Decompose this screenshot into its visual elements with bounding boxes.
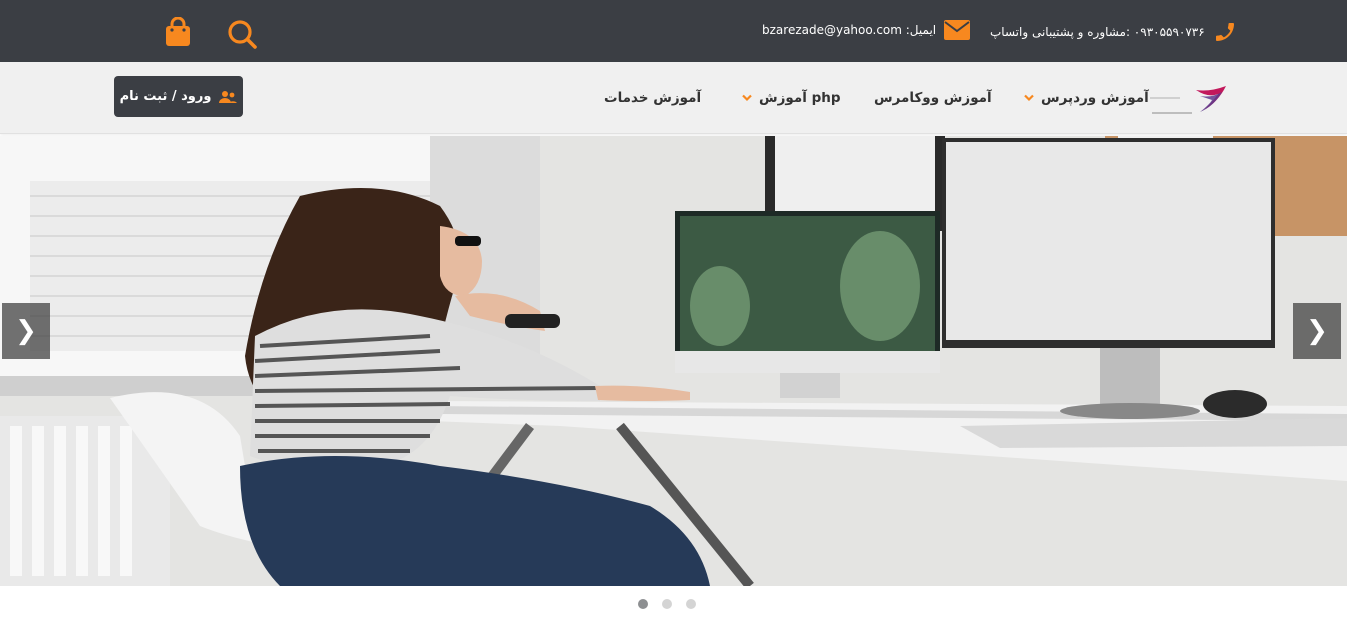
site-logo[interactable]: [1148, 80, 1228, 120]
slider-dot[interactable]: [662, 599, 672, 609]
login-label: ورود / ثبت نام: [119, 89, 212, 104]
slider-dot[interactable]: [638, 599, 648, 609]
nav-label: آموزش وردپرس: [1041, 90, 1149, 106]
chevron-down-icon: [1024, 94, 1034, 102]
phone-contact[interactable]: ۰۹۳۰۵۵۹۰۷۳۶ :مشاوره و پشتیبانی واتساپ: [990, 20, 1237, 44]
nav-item-php[interactable]: php آموزش: [742, 90, 841, 106]
shopping-bag-icon[interactable]: [164, 16, 194, 47]
email-contact[interactable]: ایمیل: bzarezade@yahoo.com: [762, 20, 971, 40]
login-register-button[interactable]: ورود / ثبت نام: [114, 76, 243, 117]
nav-label: آموزش خدمات: [604, 90, 702, 106]
email-text: ایمیل: bzarezade@yahoo.com: [762, 23, 937, 37]
hero-slider: ❯ ❯: [0, 136, 1347, 586]
top-bar: ۰۹۳۰۵۵۹۰۷۳۶ :مشاوره و پشتیبانی واتساپ ای…: [0, 0, 1347, 62]
users-icon: [219, 90, 238, 104]
nav-label: آموزش ووکامرس: [874, 90, 992, 106]
nav-item-wordpress[interactable]: آموزش وردپرس: [1024, 90, 1149, 106]
search-icon[interactable]: [226, 18, 257, 49]
slide-image: [0, 136, 1347, 586]
main-navigation: آموزش وردپرس آموزش ووکامرس php آموزش آمو…: [0, 62, 1347, 134]
mail-icon: [944, 20, 971, 40]
chevron-down-icon: [742, 94, 752, 102]
slider-pagination: [638, 599, 696, 609]
nav-item-woocommerce[interactable]: آموزش ووکامرس: [874, 90, 992, 106]
slider-dot[interactable]: [686, 599, 696, 609]
nav-label: php آموزش: [759, 90, 841, 106]
chevron-right-icon: ❯: [1306, 316, 1328, 346]
chevron-left-icon: ❯: [15, 316, 37, 346]
slider-prev-button[interactable]: ❯: [2, 303, 50, 359]
phone-text: ۰۹۳۰۵۵۹۰۷۳۶ :مشاوره و پشتیبانی واتساپ: [990, 25, 1205, 39]
slider-next-button[interactable]: ❯: [1293, 303, 1341, 359]
nav-item-services[interactable]: آموزش خدمات: [604, 90, 701, 106]
phone-icon: [1213, 20, 1237, 44]
